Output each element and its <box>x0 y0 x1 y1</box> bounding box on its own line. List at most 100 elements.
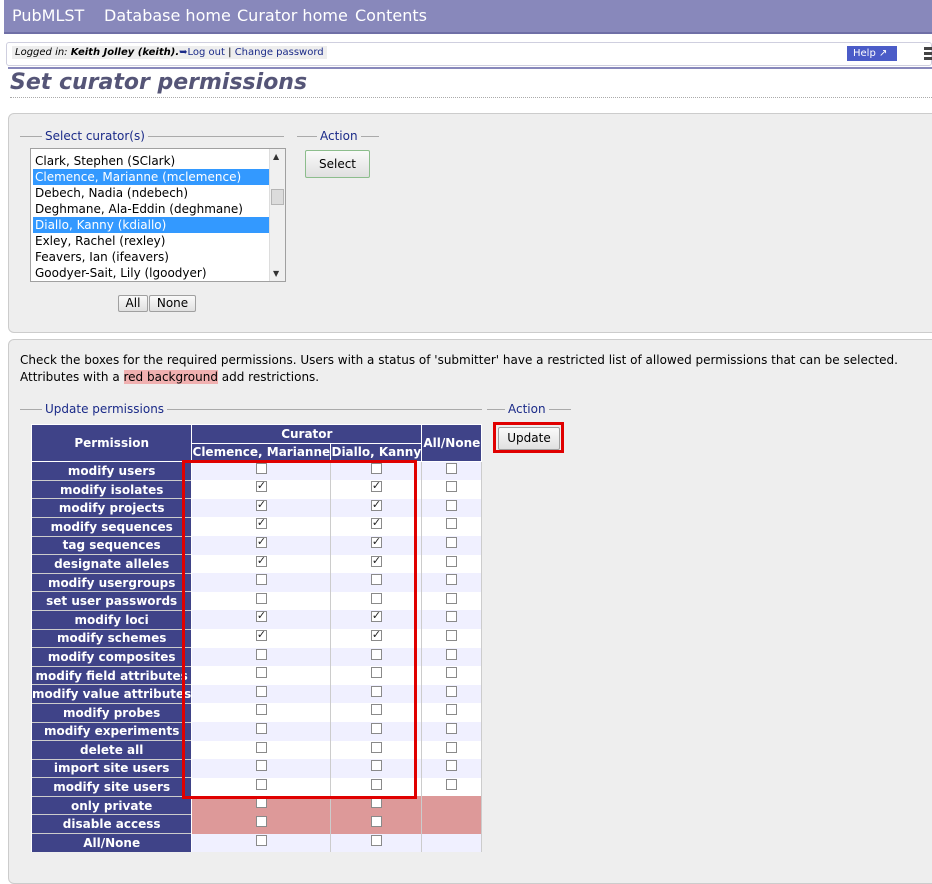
permission-checkbox[interactable] <box>370 554 382 568</box>
permission-checkbox[interactable] <box>370 723 382 734</box>
allnone-checkbox[interactable] <box>446 518 458 530</box>
scroll-up-icon[interactable]: ▲ <box>273 152 279 161</box>
permission-checkbox[interactable] <box>255 667 267 679</box>
allnone-checkbox[interactable] <box>446 555 458 567</box>
permission-name: set user passwords <box>30 591 193 611</box>
curator-option[interactable]: Exley, Rachel (rexley) <box>33 233 269 249</box>
permission-checkbox[interactable] <box>255 760 267 772</box>
permission-checkbox[interactable] <box>370 479 382 493</box>
curator-option[interactable]: Debech, Nadia (ndebech) <box>33 185 269 201</box>
permission-checkbox[interactable] <box>370 741 382 753</box>
permission-cell <box>191 814 332 834</box>
logout-link[interactable]: Log out <box>188 47 225 58</box>
update-button[interactable]: Update <box>498 427 560 450</box>
permission-checkbox[interactable] <box>370 498 382 512</box>
curator-option[interactable]: Clark, Stephen (SClark) <box>33 153 269 169</box>
menu-icon[interactable] <box>924 45 932 63</box>
allnone-checkbox[interactable] <box>446 611 458 623</box>
permission-name: modify loci <box>30 609 193 630</box>
permission-checkbox[interactable] <box>255 741 267 753</box>
permission-checkbox[interactable] <box>255 648 267 660</box>
allnone-cell <box>421 777 483 797</box>
permission-checkbox[interactable] <box>370 834 382 846</box>
nav-contents[interactable]: Contents <box>355 6 427 25</box>
curator-option[interactable]: Diallo, Kanny (kdiallo) <box>33 217 269 233</box>
select-button[interactable]: Select <box>305 150 370 178</box>
allnone-checkbox[interactable] <box>446 723 458 734</box>
permission-checkbox[interactable] <box>255 592 267 604</box>
permission-cell <box>191 740 332 760</box>
allnone-checkbox[interactable] <box>446 463 458 475</box>
permission-checkbox[interactable] <box>370 628 382 642</box>
permission-checkbox[interactable] <box>255 516 267 530</box>
allnone-checkbox[interactable] <box>446 667 458 679</box>
allnone-checkbox[interactable] <box>446 778 458 790</box>
permission-checkbox[interactable] <box>255 685 267 697</box>
allnone-checkbox[interactable] <box>446 537 458 549</box>
permission-name: modify users <box>30 461 193 481</box>
scroll-down-icon[interactable]: ▼ <box>273 269 279 278</box>
permission-checkbox[interactable] <box>370 592 382 604</box>
permission-cell <box>191 777 332 797</box>
change-password-link[interactable]: Change password <box>235 47 324 58</box>
permission-checkbox[interactable] <box>255 723 267 734</box>
permission-checkbox[interactable] <box>255 815 267 827</box>
permission-checkbox[interactable] <box>370 535 382 549</box>
permission-checkbox[interactable] <box>255 463 267 475</box>
permission-cell <box>330 628 423 648</box>
allnone-checkbox[interactable] <box>446 760 458 772</box>
curator-option[interactable]: Deghmane, Ala-Eddin (deghmane) <box>33 201 269 217</box>
permission-checkbox[interactable] <box>255 498 267 512</box>
permission-cell <box>330 516 423 537</box>
permission-checkbox[interactable] <box>255 778 267 790</box>
nav-pubmlst[interactable]: PubMLST <box>12 6 84 25</box>
allnone-checkbox[interactable] <box>446 574 458 586</box>
curator-option[interactable]: Clemence, Marianne (mclemence) <box>33 169 269 185</box>
help-button[interactable]: Help ↗ <box>847 46 897 61</box>
top-nav: PubMLST Database home Curator home Conte… <box>4 0 932 34</box>
curator-select-list[interactable]: Clark, Stephen (SClark) Clemence, Marian… <box>30 148 286 282</box>
allnone-checkbox[interactable] <box>446 481 458 493</box>
permission-checkbox[interactable] <box>255 554 267 568</box>
permission-checkbox[interactable] <box>370 574 382 586</box>
permission-checkbox[interactable] <box>370 797 382 809</box>
permission-checkbox[interactable] <box>255 834 267 846</box>
list-scrollbar[interactable]: ▲ ▼ <box>269 149 285 281</box>
allnone-checkbox[interactable] <box>446 592 458 604</box>
permission-checkbox[interactable] <box>255 535 267 549</box>
permission-checkbox[interactable] <box>255 609 267 623</box>
permission-checkbox[interactable] <box>370 609 382 623</box>
allnone-checkbox[interactable] <box>446 499 458 511</box>
permission-checkbox[interactable] <box>370 648 382 660</box>
permission-checkbox[interactable] <box>255 574 267 586</box>
permission-checkbox[interactable] <box>370 704 382 716</box>
permission-checkbox[interactable] <box>255 797 267 809</box>
allnone-checkbox[interactable] <box>446 704 458 716</box>
nav-database-home[interactable]: Database home <box>104 6 231 25</box>
allnone-checkbox[interactable] <box>446 630 458 642</box>
permission-cell <box>330 498 423 518</box>
permission-checkbox[interactable] <box>370 463 382 475</box>
permission-checkbox[interactable] <box>370 516 382 530</box>
permission-checkbox[interactable] <box>370 685 382 697</box>
curator-option[interactable]: Feavers, Ian (ifeavers) <box>33 249 269 265</box>
permission-checkbox[interactable] <box>370 815 382 827</box>
permission-row: designate alleles <box>30 554 483 574</box>
curator-option[interactable]: Goodyer-Sait, Lily (lgoodyer) <box>33 265 269 281</box>
permission-checkbox[interactable] <box>370 667 382 679</box>
scroll-thumb[interactable] <box>271 189 284 205</box>
select-none-button[interactable]: None <box>149 295 196 312</box>
permission-row: modify probes <box>30 702 483 722</box>
permission-checkbox[interactable] <box>255 628 267 642</box>
permission-checkbox[interactable] <box>255 704 267 716</box>
permission-checkbox[interactable] <box>370 778 382 790</box>
permission-checkbox[interactable] <box>370 760 382 772</box>
permission-checkbox[interactable] <box>255 479 267 493</box>
permission-name: disable access <box>30 814 193 834</box>
nav-curator-home[interactable]: Curator home <box>237 6 348 25</box>
select-all-button[interactable]: All <box>118 295 148 312</box>
allnone-checkbox[interactable] <box>446 648 458 660</box>
allnone-checkbox[interactable] <box>446 741 458 753</box>
permission-cell <box>330 461 423 481</box>
allnone-checkbox[interactable] <box>446 685 458 697</box>
